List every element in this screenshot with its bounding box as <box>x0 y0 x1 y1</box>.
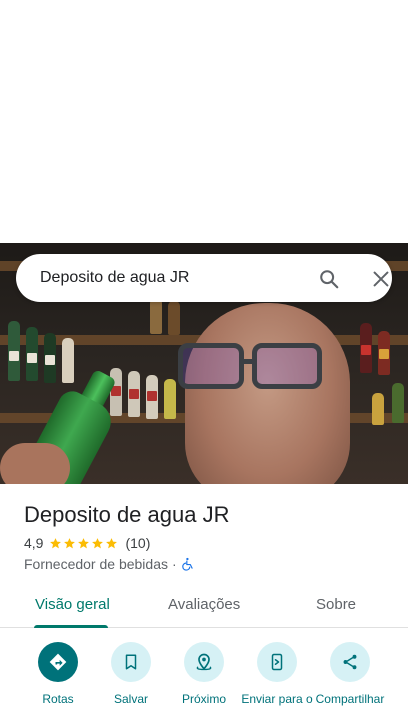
rating-row[interactable]: 4,9 (10) <box>24 535 150 551</box>
bottle <box>360 323 372 373</box>
bottle <box>372 393 384 425</box>
directions-icon <box>38 642 78 682</box>
bottle <box>44 333 56 383</box>
tab-overview[interactable]: Visão geral <box>35 596 110 613</box>
bottle <box>378 331 390 375</box>
star-icon <box>92 537 104 548</box>
bottle <box>146 375 158 419</box>
map-blank-area <box>0 0 408 243</box>
nearby-icon <box>184 642 224 682</box>
separator: · <box>172 556 177 572</box>
review-count[interactable]: (10) <box>125 535 150 551</box>
category-row: Fornecedor de bebidas · <box>24 556 195 572</box>
share-icon <box>330 642 370 682</box>
directions-label: Rotas <box>42 692 74 706</box>
bookmark-icon <box>111 642 151 682</box>
share-label: Compartilhar <box>315 692 385 706</box>
glasses-bridge <box>241 359 255 364</box>
star-icon <box>50 537 62 548</box>
hand <box>0 443 70 484</box>
person-face <box>185 303 350 484</box>
place-title: Deposito de agua JR <box>24 502 230 527</box>
bottle <box>128 371 140 417</box>
search-input[interactable]: Deposito de agua JR <box>40 269 189 287</box>
directions-button[interactable]: Rotas <box>21 640 95 706</box>
bottle <box>8 321 20 381</box>
active-tab-indicator <box>34 625 108 628</box>
bottle <box>150 298 162 334</box>
bottle <box>168 301 180 335</box>
save-button[interactable]: Salvar <box>94 640 168 706</box>
wheelchair-icon <box>181 557 193 571</box>
star-icon <box>78 537 90 548</box>
nearby-label: Próximo <box>181 692 226 706</box>
bottle <box>110 368 122 416</box>
close-icon[interactable] <box>370 268 392 290</box>
share-button[interactable]: Compartilhar <box>313 640 387 706</box>
send-to-phone-label: Enviar para o <box>241 692 313 706</box>
send-to-phone-icon <box>257 642 297 682</box>
tab-about[interactable]: Sobre <box>316 596 356 613</box>
send-to-phone-button[interactable]: Enviar para o <box>240 640 314 706</box>
glasses-lens <box>178 343 244 389</box>
star-icon <box>64 537 76 548</box>
tab-reviews[interactable]: Avaliações <box>168 596 240 613</box>
place-category: Fornecedor de bebidas <box>24 556 168 572</box>
save-label: Salvar <box>113 692 148 706</box>
glasses-lens <box>252 343 322 389</box>
star-icon <box>106 537 118 548</box>
search-icon[interactable] <box>318 268 340 290</box>
nearby-button[interactable]: Próximo <box>167 640 241 706</box>
rating-value: 4,9 <box>24 535 44 551</box>
bottle <box>62 338 74 383</box>
bottle <box>164 379 176 419</box>
bottle <box>392 383 404 423</box>
search-bar[interactable]: Deposito de agua JR <box>16 254 392 302</box>
action-bar: Rotas Salvar Próximo Enviar para o Compa… <box>0 640 408 726</box>
star-rating <box>49 537 119 550</box>
bottle <box>26 327 38 381</box>
tab-bar: Visão geral Avaliações Sobre <box>0 584 408 628</box>
